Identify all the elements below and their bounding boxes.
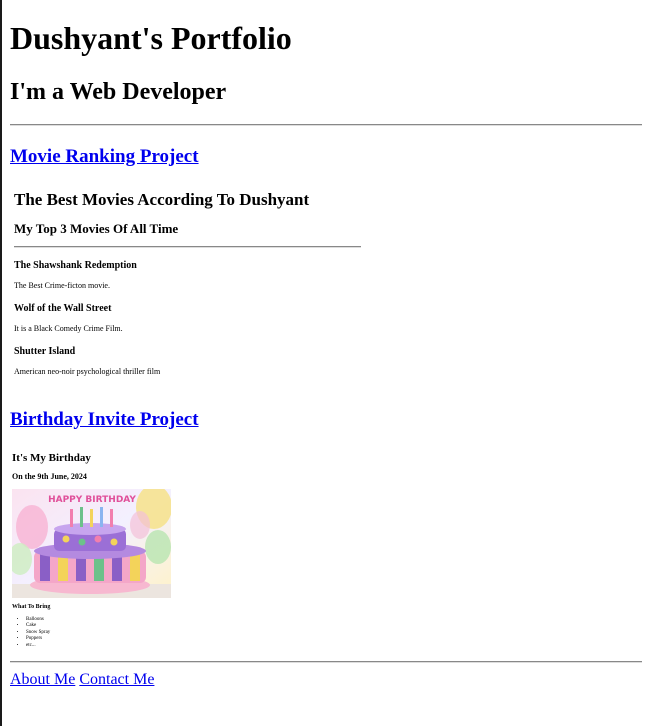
movie-title: Wolf of the Wall Street xyxy=(14,303,112,314)
movie-title: Shutter Island xyxy=(14,346,76,357)
movie-description: American neo-noir psychological thriller… xyxy=(14,367,161,376)
bring-list: Balloons Cake Snow Spray Poppers etc... xyxy=(12,617,50,649)
birthday-project-link[interactable]: Birthday Invite Project xyxy=(10,409,199,431)
page-subtitle: I'm a Web Developer xyxy=(10,79,227,105)
movie-project-link[interactable]: Movie Ranking Project xyxy=(10,146,199,168)
divider-bottom xyxy=(10,661,642,663)
about-me-link[interactable]: About Me xyxy=(10,671,75,688)
movie-embed-divider xyxy=(14,246,361,248)
birthday-cake-illustration: HAPPY BIRTHDAY xyxy=(12,489,171,598)
movie-embed-heading: The Best Movies According To Dushyant xyxy=(14,190,310,209)
footer-nav: About Me Contact Me xyxy=(10,671,154,689)
cake-topper-text: HAPPY BIRTHDAY xyxy=(48,495,136,505)
movie-description: The Best Crime-ficton movie. xyxy=(14,281,110,290)
divider-top xyxy=(10,124,642,126)
movie-description: It is a Black Comedy Crime Film. xyxy=(14,324,123,333)
movie-embed-subheading: My Top 3 Movies Of All Time xyxy=(14,221,179,236)
birthday-date: On the 9th June, 2024 xyxy=(12,472,87,481)
movie-title: The Shawshank Redemption xyxy=(14,260,137,271)
list-item: etc... xyxy=(26,643,50,649)
bring-heading: What To Bring xyxy=(12,604,51,610)
birthday-embed-heading: It's My Birthday xyxy=(12,452,91,464)
contact-me-link[interactable]: Contact Me xyxy=(79,671,154,688)
page-title: Dushyant's Portfolio xyxy=(10,20,292,56)
birthday-cake-image: HAPPY BIRTHDAY xyxy=(12,489,171,598)
window-left-edge xyxy=(0,0,2,726)
